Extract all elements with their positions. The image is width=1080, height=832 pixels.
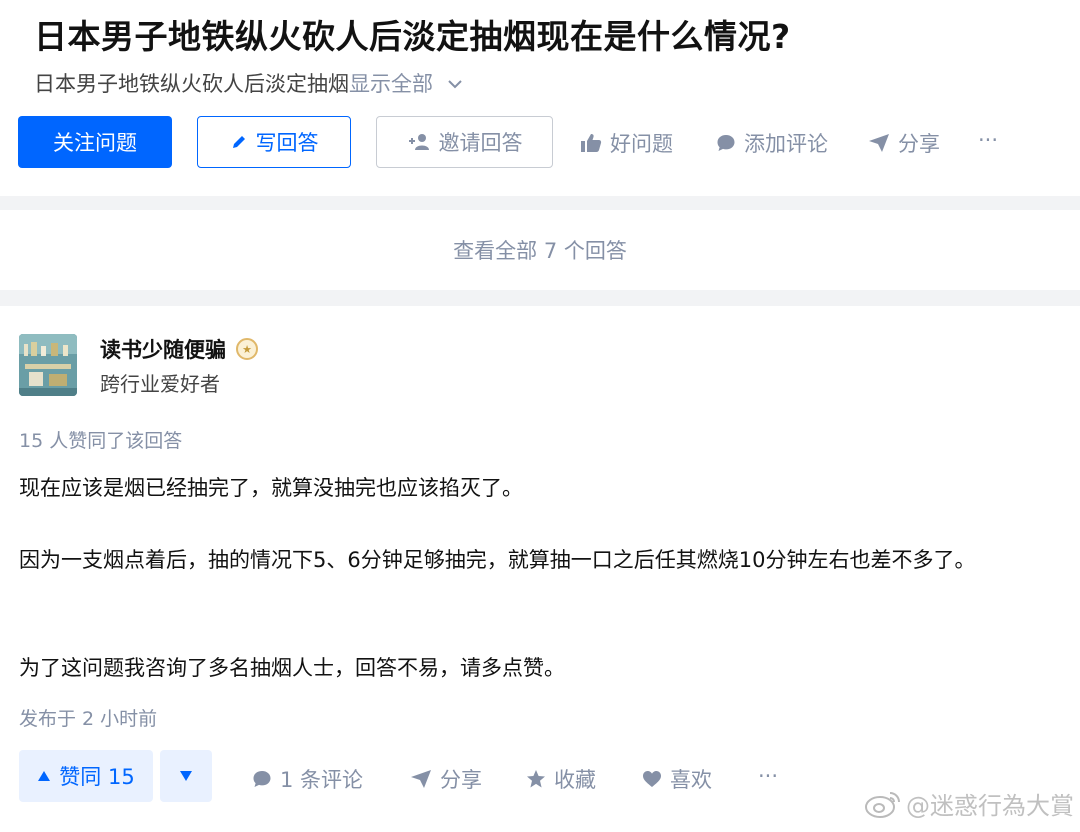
share-question-label: 分享 (898, 132, 940, 156)
write-answer-label: 写回答 (255, 131, 319, 155)
answer-paragraph-3: 为了这问题我咨询了多名抽烟人士，回答不易，请多点赞。 (19, 656, 565, 680)
view-all-answers-button[interactable]: 查看全部 7 个回答 (0, 210, 1080, 290)
watermark-text: @迷惑行為大賞 (906, 792, 1074, 820)
star-icon (526, 769, 546, 789)
comments-button[interactable]: 1 条评论 (252, 764, 363, 794)
question-excerpt-text: 日本男子地铁纵火砍人后淡定抽烟 (34, 72, 349, 96)
watermark: @迷惑行為大賞 (864, 786, 1074, 821)
author-name-text: 读书少随便骗 (100, 338, 226, 362)
share-question-button[interactable]: 分享 (868, 128, 940, 158)
badge-icon: ★ (236, 338, 258, 360)
add-comment-label: 添加评论 (744, 132, 828, 156)
publish-time[interactable]: 发布于 2 小时前 (19, 704, 157, 731)
thumb-up-icon (580, 133, 602, 153)
heart-icon (642, 770, 662, 788)
answer-more-button[interactable]: ··· (758, 764, 778, 788)
author-bio: 跨行业爱好者 (100, 372, 220, 396)
follow-question-button[interactable]: 关注问题 (18, 116, 172, 168)
answer-paragraph-1: 现在应该是烟已经抽完了，就算没抽完也应该掐灭了。 (19, 476, 523, 500)
good-question-label: 好问题 (610, 132, 673, 156)
comment-bubble-icon (252, 769, 272, 789)
show-all-link[interactable]: 显示全部 (349, 72, 433, 96)
collect-button[interactable]: 收藏 (526, 764, 596, 794)
like-label: 喜欢 (670, 768, 712, 792)
share-answer-label: 分享 (440, 768, 482, 792)
good-question-button[interactable]: 好问题 (580, 128, 673, 158)
write-answer-button[interactable]: 写回答 (197, 116, 351, 168)
votes-summary[interactable]: 15 人赞同了该回答 (19, 426, 182, 453)
add-comment-button[interactable]: 添加评论 (716, 128, 828, 158)
collect-label: 收藏 (554, 768, 596, 792)
author-name[interactable]: 读书少随便骗 ★ (100, 334, 258, 364)
upvote-label: 赞同 15 (59, 765, 135, 789)
invite-answer-label: 邀请回答 (438, 131, 523, 155)
answer-more-label: ··· (758, 764, 779, 788)
chevron-down-icon[interactable] (447, 74, 463, 93)
more-actions-button[interactable]: ··· (978, 128, 998, 152)
answer-paragraph-2: 因为一支烟点着后，抽的情况下5、6分钟足够抽完，就算抽一口之后任其燃烧10分钟左… (19, 548, 976, 572)
more-actions-label: ··· (978, 128, 999, 152)
like-button[interactable]: 喜欢 (642, 764, 712, 794)
comments-label: 1 条评论 (280, 768, 364, 792)
triangle-up-icon (37, 770, 51, 782)
view-all-answers-label: 查看全部 7 个回答 (453, 239, 627, 263)
comment-bubble-icon (716, 133, 736, 153)
question-excerpt: 日本男子地铁纵火砍人后淡定抽烟显示全部 (34, 68, 463, 98)
paper-plane-icon (410, 769, 432, 789)
question-title[interactable]: 日本男子地铁纵火砍人后淡定抽烟现在是什么情况? (34, 10, 791, 58)
avatar[interactable] (19, 334, 77, 396)
share-answer-button[interactable]: 分享 (410, 764, 482, 794)
paper-plane-icon (868, 133, 890, 153)
answer-card: 读书少随便骗 ★ 跨行业爱好者 15 人赞同了该回答 现在应该是烟已经抽完了，就… (0, 306, 1080, 832)
follow-question-label: 关注问题 (53, 131, 137, 155)
question-card: 日本男子地铁纵火砍人后淡定抽烟现在是什么情况? 日本男子地铁纵火砍人后淡定抽烟显… (0, 0, 1080, 196)
invite-answer-button[interactable]: 邀请回答 (376, 116, 553, 168)
weibo-icon (864, 789, 902, 819)
upvote-button[interactable]: 赞同 15 (19, 750, 153, 802)
pencil-icon (230, 133, 248, 151)
triangle-down-icon (179, 767, 193, 786)
add-user-icon (407, 133, 431, 151)
downvote-button[interactable] (160, 750, 212, 802)
